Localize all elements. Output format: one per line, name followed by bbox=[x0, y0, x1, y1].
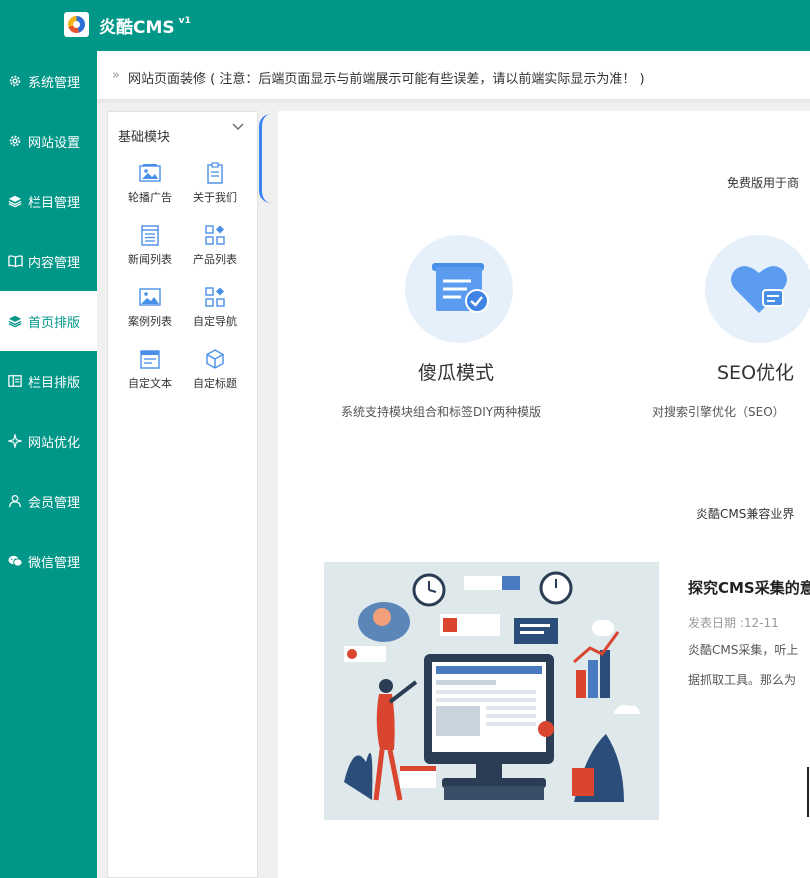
module-label: 新闻列表 bbox=[128, 253, 172, 266]
feature-foolproof-icon bbox=[405, 235, 513, 343]
sidebar-item-seo[interactable]: 网站优化 bbox=[0, 411, 97, 471]
chevron-down-icon[interactable] bbox=[232, 120, 244, 136]
module-label: 产品列表 bbox=[193, 253, 237, 266]
cube-icon bbox=[204, 348, 226, 370]
free-version-note: 免费版用于商 bbox=[727, 176, 800, 190]
sidebar-item-homepage-layout[interactable]: 首页排版 bbox=[0, 291, 97, 351]
sidebar-item-content[interactable]: 内容管理 bbox=[0, 231, 97, 291]
user-icon bbox=[7, 493, 23, 509]
module-custom-title[interactable]: 自定标题 bbox=[182, 348, 248, 404]
compat-note: 炎酷CMS兼容业界 bbox=[696, 507, 795, 521]
app-brand[interactable]: 炎酷CMS v1 bbox=[99, 13, 191, 38]
feature-seo-icon bbox=[705, 235, 810, 343]
sidebar-item-site-settings[interactable]: 网站设置 bbox=[0, 111, 97, 171]
sidebar-item-members[interactable]: 会员管理 bbox=[0, 471, 97, 531]
sidebar-item-label: 系统管理 bbox=[28, 75, 81, 91]
sidebar-item-label: 网站设置 bbox=[28, 135, 81, 151]
app-name: 炎酷CMS bbox=[99, 18, 175, 38]
module-case-list[interactable]: 案例列表 bbox=[117, 286, 183, 342]
sidebar: 系统管理 网站设置 栏目管理 内容管理 首页排版 栏目排版 网站优化 会员管理 … bbox=[0, 51, 97, 878]
feature-title: 傻瓜模式 bbox=[418, 362, 495, 384]
breadcrumb-text: 网站页面装修 ( 注意：后端页面显示与前端展示可能有些误差，请以前端实际显示为准… bbox=[128, 72, 645, 87]
feature-title: SEO优化 bbox=[717, 362, 795, 384]
module-label: 关于我们 bbox=[193, 191, 237, 204]
sidebar-item-label: 微信管理 bbox=[28, 555, 81, 571]
breadcrumb: » 网站页面装修 ( 注意：后端页面显示与前端展示可能有些误差，请以前端实际显示… bbox=[97, 51, 810, 103]
breadcrumb-arrow-icon: » bbox=[112, 68, 120, 83]
module-label: 轮播广告 bbox=[128, 191, 172, 204]
article-date: 发表日期 :12-11 bbox=[688, 616, 779, 630]
columns-icon bbox=[7, 373, 23, 389]
grid-icon bbox=[204, 224, 226, 246]
book-icon bbox=[7, 253, 23, 269]
grid-icon bbox=[204, 286, 226, 308]
sidebar-item-wechat[interactable]: 微信管理 bbox=[0, 531, 97, 591]
feature-desc: 对搜索引擎优化（SEO） bbox=[652, 405, 785, 419]
module-label: 自定导航 bbox=[193, 315, 237, 328]
sidebar-item-label: 会员管理 bbox=[28, 495, 81, 511]
article-excerpt-line: 据抓取工具。那么为 bbox=[688, 673, 797, 687]
module-label: 案例列表 bbox=[128, 315, 172, 328]
module-panel-title: 基础模块 bbox=[118, 130, 171, 145]
module-panel: 基础模块 轮播广告 关于我们 新闻列表 产品列表 案例列表 自定导航 自定文本 … bbox=[107, 111, 258, 878]
logo-icon bbox=[64, 12, 89, 37]
scroll-indicator bbox=[259, 114, 274, 203]
sidebar-item-columns[interactable]: 栏目管理 bbox=[0, 171, 97, 231]
article-excerpt-line: 炎酷CMS采集，听上 bbox=[688, 643, 799, 657]
module-about-us[interactable]: 关于我们 bbox=[182, 162, 248, 218]
top-bar: 炎酷CMS v1 bbox=[0, 0, 810, 51]
gear-icon bbox=[7, 73, 23, 89]
article-title[interactable]: 探究CMS采集的意 bbox=[688, 577, 810, 598]
clipboard-icon bbox=[204, 162, 226, 184]
module-label: 自定标题 bbox=[193, 377, 237, 390]
module-custom-nav[interactable]: 自定导航 bbox=[182, 286, 248, 342]
sidebar-item-label: 栏目排版 bbox=[28, 375, 81, 391]
app-version: v1 bbox=[178, 16, 191, 27]
text-block-icon bbox=[139, 348, 161, 370]
module-news-list[interactable]: 新闻列表 bbox=[117, 224, 183, 280]
sparkle-icon bbox=[7, 433, 23, 449]
module-product-list[interactable]: 产品列表 bbox=[182, 224, 248, 280]
feature-desc: 系统支持模块组合和标签DIY两种模版 bbox=[341, 405, 542, 419]
preview-canvas: 免费版用于商 傻瓜模式 系统支持模块组合和标签DIY两种模版 SEO优化 对搜索… bbox=[278, 111, 810, 878]
module-custom-text[interactable]: 自定文本 bbox=[117, 348, 183, 404]
sidebar-item-column-layout[interactable]: 栏目排版 bbox=[0, 351, 97, 411]
list-icon bbox=[139, 224, 161, 246]
picture-icon bbox=[139, 286, 161, 308]
layers-icon bbox=[7, 193, 23, 209]
layers-icon bbox=[7, 313, 23, 329]
article-illustration bbox=[324, 562, 659, 820]
sidebar-item-label: 内容管理 bbox=[28, 255, 81, 271]
gear-icon bbox=[7, 133, 23, 149]
module-carousel[interactable]: 轮播广告 bbox=[117, 162, 183, 218]
sidebar-item-label: 首页排版 bbox=[28, 315, 81, 331]
sidebar-item-label: 栏目管理 bbox=[28, 195, 81, 211]
wechat-icon bbox=[7, 553, 23, 569]
image-icon bbox=[139, 162, 161, 184]
sidebar-item-system[interactable]: 系统管理 bbox=[0, 51, 97, 111]
module-label: 自定文本 bbox=[128, 377, 172, 390]
sidebar-item-label: 网站优化 bbox=[28, 435, 81, 451]
